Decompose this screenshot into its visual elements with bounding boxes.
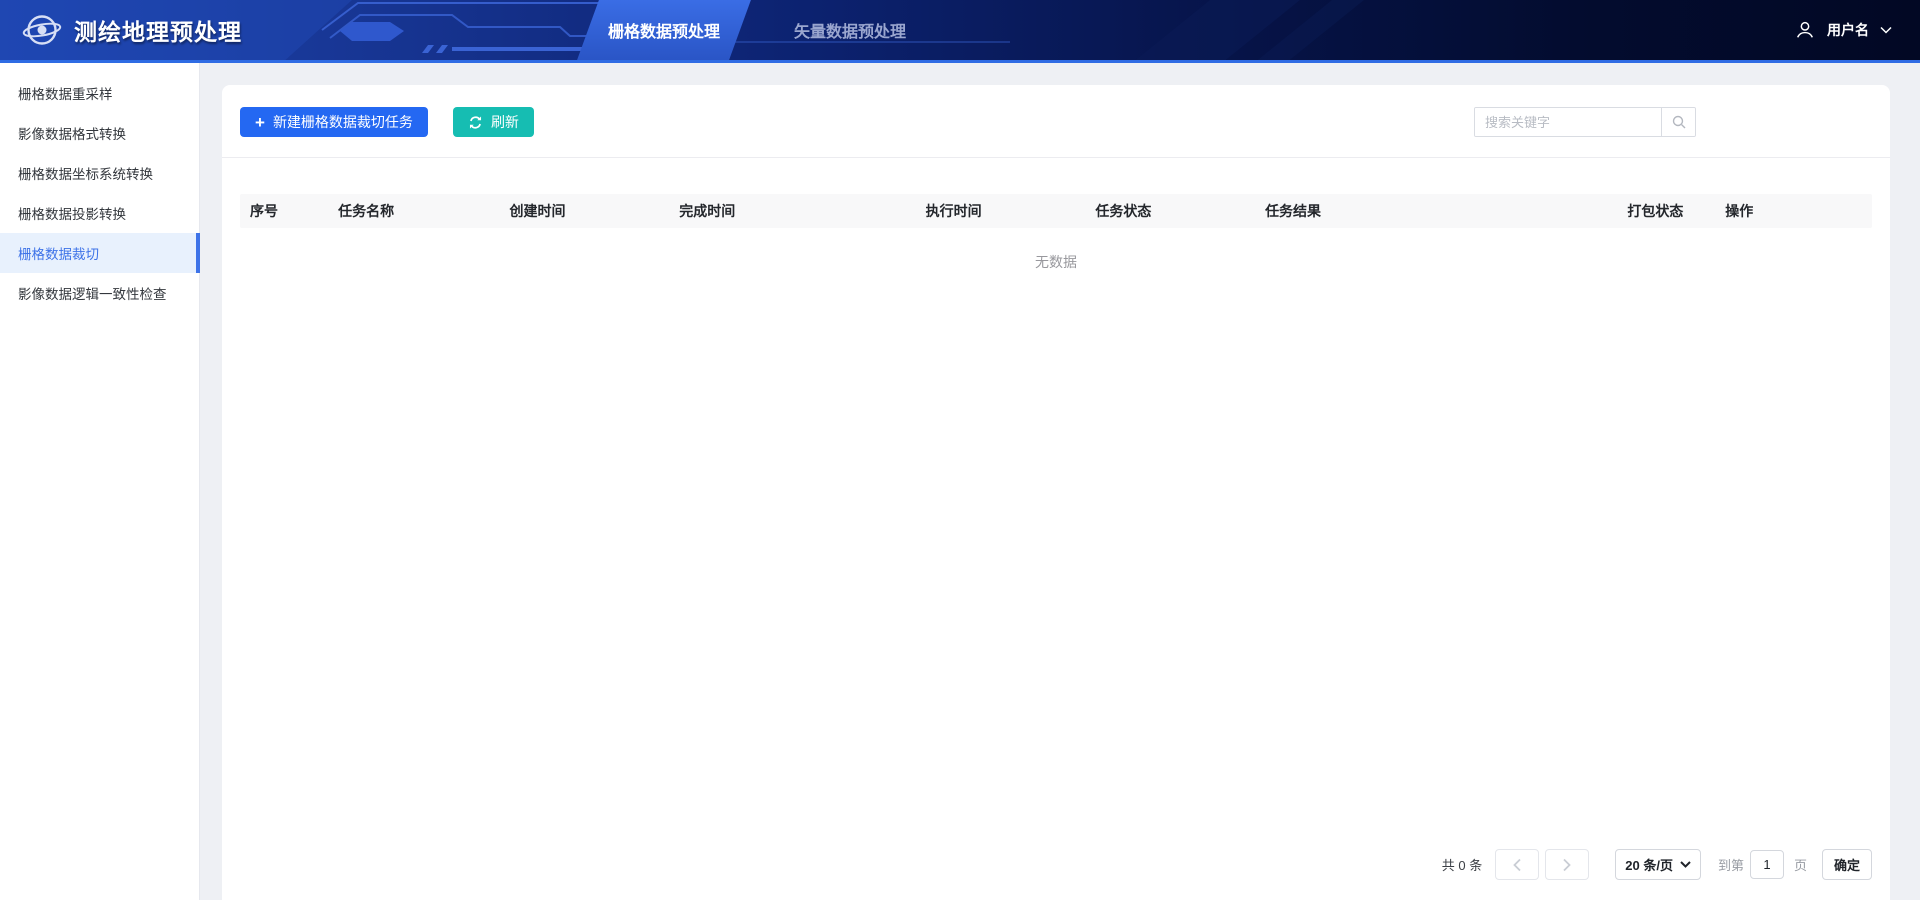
chevron-down-icon — [1880, 26, 1892, 34]
sidebar-item-label: 栅格数据坐标系统转换 — [18, 167, 153, 182]
column-header-task-name: 任务名称 — [328, 194, 500, 228]
page-number-input[interactable] — [1749, 850, 1784, 879]
column-header-task-status: 任务状态 — [1085, 194, 1256, 228]
app-root: 测绘地理预处理 栅格数据预处理 矢量数据预处理 用户名 栅格数据重采样 影像数据… — [0, 0, 1920, 900]
tab-vector-preprocessing[interactable]: 矢量数据预处理 — [762, 0, 938, 60]
app-title: 测绘地理预处理 — [74, 19, 242, 45]
sidebar-item-raster-projection-conversion[interactable]: 栅格数据投影转换 — [0, 193, 199, 233]
page-size-select[interactable]: 20 条/页 — [1615, 849, 1701, 880]
page-body: 栅格数据重采样 影像数据格式转换 栅格数据坐标系统转换 栅格数据投影转换 栅格数… — [0, 63, 1920, 900]
user-icon — [1796, 21, 1814, 38]
search-icon — [1672, 115, 1685, 129]
column-header-index: 序号 — [240, 194, 329, 228]
app-header: 测绘地理预处理 栅格数据预处理 矢量数据预处理 用户名 — [0, 0, 1920, 63]
user-menu[interactable]: 用户名 — [1794, 0, 1892, 60]
chevron-left-icon — [1513, 858, 1521, 871]
sidebar-item-image-format-conversion[interactable]: 影像数据格式转换 — [0, 113, 199, 153]
search-input[interactable] — [1475, 108, 1661, 136]
sidebar-item-label: 栅格数据重采样 — [18, 87, 113, 102]
search-button[interactable] — [1661, 108, 1695, 136]
pagination-total: 共 0 条 — [1441, 858, 1483, 873]
empty-state-text: 无数据 — [1035, 254, 1077, 270]
sidebar-item-label: 影像数据格式转换 — [18, 127, 126, 142]
sidebar-item-label: 栅格数据裁切 — [18, 247, 99, 262]
column-header-actions: 操作 — [1715, 194, 1872, 228]
next-page-button[interactable] — [1545, 849, 1590, 880]
task-table: 序号 任务名称 创建时间 完成时间 执行时间 任务状态 任务结果 打包状态 操作 — [240, 194, 1872, 228]
search-group — [1474, 107, 1696, 137]
confirm-page-button[interactable]: 确定 — [1821, 849, 1872, 880]
column-header-create-time: 创建时间 — [499, 194, 670, 228]
refresh-label: 刷新 — [490, 114, 519, 130]
plus-icon: + — [255, 112, 265, 132]
column-header-package-status: 打包状态 — [1617, 194, 1716, 228]
refresh-button[interactable]: 刷新 — [452, 107, 534, 137]
table-header-row: 序号 任务名称 创建时间 完成时间 执行时间 任务状态 任务结果 打包状态 操作 — [240, 194, 1872, 228]
pagination: 共 0 条 20 条/页 到第 1 页 确定 — [1442, 849, 1872, 880]
tab-label: 栅格数据预处理 — [607, 24, 720, 41]
sidebar-item-label: 影像数据逻辑一致性检查 — [18, 287, 167, 302]
column-header-exec-time: 执行时间 — [915, 194, 1086, 228]
page-size-label: 20 条/页 — [1625, 858, 1673, 873]
column-header-finish-time: 完成时间 — [669, 194, 916, 228]
sidebar: 栅格数据重采样 影像数据格式转换 栅格数据坐标系统转换 栅格数据投影转换 栅格数… — [0, 63, 200, 900]
prev-page-button[interactable] — [1495, 849, 1540, 880]
tab-label: 矢量数据预处理 — [793, 24, 906, 41]
task-table-wrap: 序号 任务名称 创建时间 完成时间 执行时间 任务状态 任务结果 打包状态 操作 — [222, 158, 1890, 296]
globe-orbit-icon — [22, 15, 62, 45]
brand: 测绘地理预处理 — [22, 0, 242, 60]
goto-page-suffix: 页 — [1793, 858, 1807, 873]
sidebar-item-raster-coordinate-system-conversion[interactable]: 栅格数据坐标系统转换 — [0, 153, 199, 193]
refresh-icon — [469, 115, 481, 129]
sidebar-item-image-logical-consistency-check[interactable]: 影像数据逻辑一致性检查 — [0, 273, 199, 313]
goto-page-prefix: 到第 — [1717, 858, 1744, 873]
sidebar-item-raster-clipping[interactable]: 栅格数据裁切 — [0, 233, 200, 273]
user-name: 用户名 — [1827, 22, 1869, 38]
chevron-right-icon — [1563, 858, 1572, 871]
tab-raster-preprocessing[interactable]: 栅格数据预处理 — [577, 0, 751, 60]
sidebar-item-label: 栅格数据投影转换 — [18, 207, 126, 222]
header-accent-line — [0, 60, 1920, 63]
header-circuit-decoration — [0, 0, 1364, 63]
new-clip-task-button[interactable]: + 新建栅格数据裁切任务 — [240, 107, 428, 137]
chevron-down-icon — [1680, 861, 1691, 868]
column-header-task-result: 任务结果 — [1255, 194, 1618, 228]
content-card: + 新建栅格数据裁切任务 刷新 搜索关键字 序号 任务名称 创建时间 完成时间 … — [222, 85, 1890, 900]
sidebar-item-raster-resampling[interactable]: 栅格数据重采样 — [0, 73, 199, 113]
toolbar: + 新建栅格数据裁切任务 刷新 — [222, 85, 1890, 158]
new-clip-task-label: 新建栅格数据裁切任务 — [272, 114, 413, 130]
main-area: + 新建栅格数据裁切任务 刷新 搜索关键字 序号 任务名称 创建时间 完成时间 … — [200, 63, 1920, 900]
